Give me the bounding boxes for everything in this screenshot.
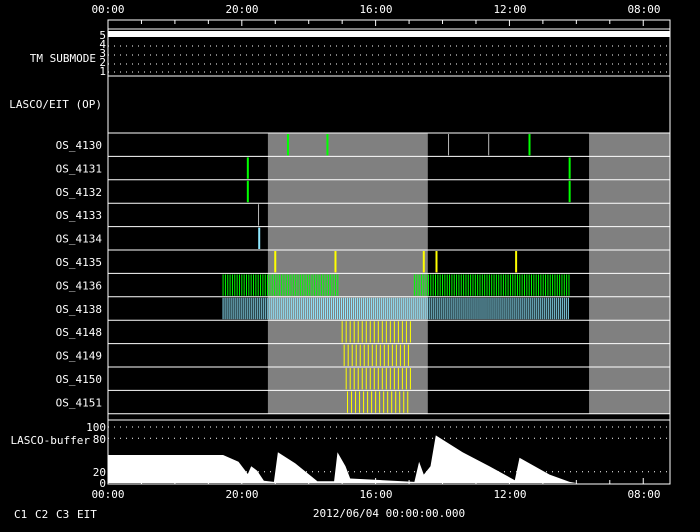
x-tick-label-top: 08:00 (627, 3, 660, 16)
x-tick-label-top: 16:00 (359, 3, 392, 16)
row-label-os-4133: OS_4133 (56, 209, 102, 222)
x-tick-label-bottom: 00:00 (91, 488, 124, 501)
buffer-area (108, 435, 670, 483)
lasco-eit-op-label: LASCO/EIT (OP) (9, 98, 102, 111)
x-tick-label-top: 20:00 (225, 3, 258, 16)
lasco-timeline-chart: 00:00 20:00 16:00 12:00 08:00 00:00 20:0… (9, 3, 671, 521)
x-tick-label-top: 12:00 (493, 3, 526, 16)
tm-level-1: 1 (99, 65, 106, 78)
row-label-os-4151: OS_4151 (56, 396, 102, 409)
date-label: 2012/06/04 00:00:00.000 (313, 507, 465, 520)
row-label-os-4136: OS_4136 (56, 279, 102, 292)
tm-submode-bar (108, 31, 670, 37)
legend-c2: C2 (35, 508, 48, 521)
row-label-os-4138: OS_4138 (56, 303, 102, 316)
row-label-os-4132: OS_4132 (56, 186, 102, 199)
legend-c1: C1 (14, 508, 27, 521)
legend-c3: C3 (56, 508, 69, 521)
buffer-y-tick: 80 (93, 433, 106, 446)
x-tick-label-bottom: 12:00 (493, 488, 526, 501)
legend-eit: EIT (77, 508, 97, 521)
x-tick-label-bottom: 20:00 (225, 488, 258, 501)
row-label-os-4130: OS_4130 (56, 139, 102, 152)
x-tick-label-top: 00:00 (91, 3, 124, 16)
row-label-os-4135: OS_4135 (56, 256, 102, 269)
tm-submode-label: TM SUBMODE (30, 52, 96, 65)
row-label-os-4149: OS_4149 (56, 350, 102, 363)
buffer-label: LASCO-buffer (11, 434, 91, 447)
x-tick-label-bottom: 16:00 (359, 488, 392, 501)
row-label-os-4148: OS_4148 (56, 326, 102, 339)
x-tick-label-bottom: 08:00 (627, 488, 660, 501)
buffer-y-tick: 0 (99, 477, 106, 490)
row-label-os-4131: OS_4131 (56, 162, 102, 175)
row-label-os-4150: OS_4150 (56, 373, 102, 386)
row-label-os-4134: OS_4134 (56, 233, 103, 246)
